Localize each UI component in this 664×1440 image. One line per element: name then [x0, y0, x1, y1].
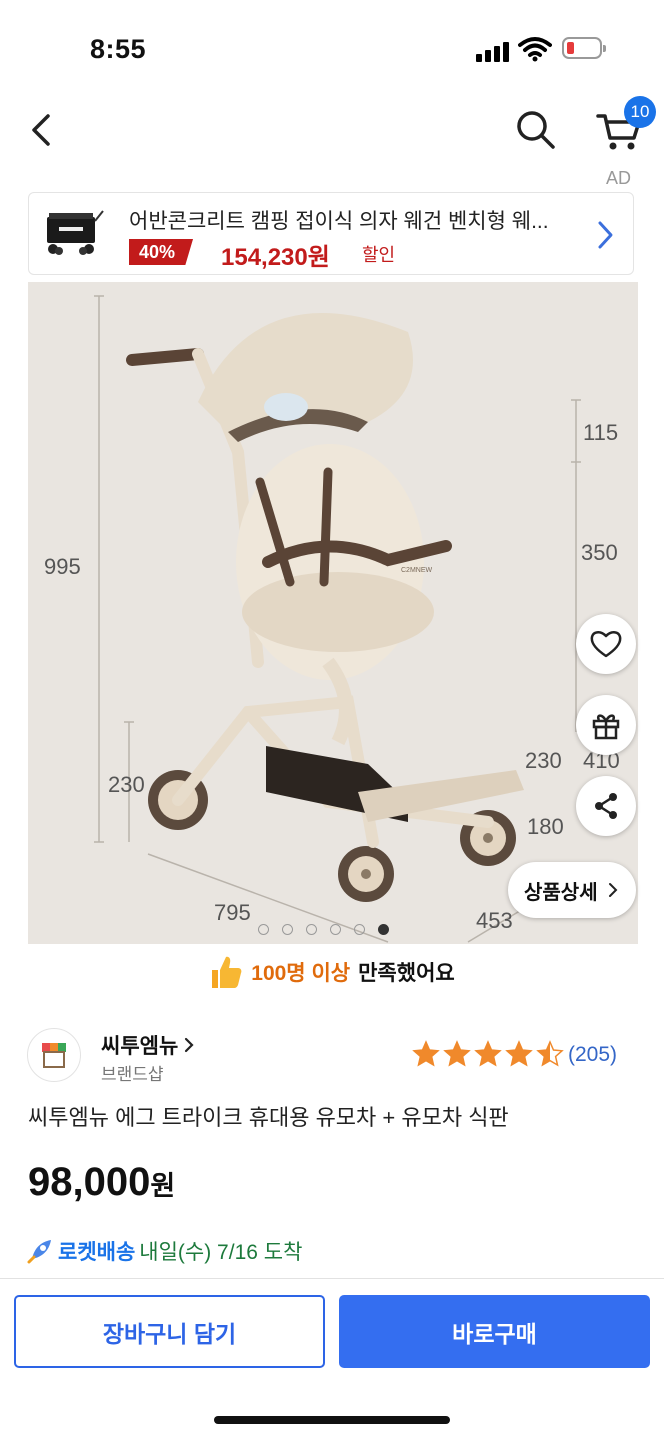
rocket-delivery-badge: 로켓배송	[58, 1241, 136, 1264]
satisfaction-count: 100명 이상	[251, 962, 351, 985]
chevron-right-icon	[185, 1037, 194, 1053]
brand-name: 씨투엠뉴	[101, 1035, 179, 1058]
gift-icon	[592, 714, 620, 740]
divider	[0, 1278, 664, 1279]
star-half-icon	[536, 1040, 564, 1067]
price-number: 98,000	[28, 1160, 151, 1204]
brand-logo[interactable]	[27, 1028, 81, 1082]
dim-width: 453	[476, 908, 513, 933]
battery-icon	[562, 37, 606, 59]
ad-banner[interactable]: 어반콘크리트 캠핑 접이식 의자 웨건 벤치형 웨... 40% 154,230…	[28, 192, 634, 275]
brand-name-link[interactable]: 씨투엠뉴	[101, 1030, 194, 1060]
cart-count-badge: 10	[624, 96, 656, 128]
pagination-dot-active[interactable]	[378, 924, 389, 935]
review-count-link[interactable]: (205)	[568, 1043, 617, 1067]
dim-canopy: 115	[583, 420, 619, 445]
pagination-dot[interactable]	[282, 924, 293, 935]
product-image-gallery[interactable]: C2MNEW 995 230 795 453 115 350 230 410 1…	[28, 282, 638, 944]
satisfaction-banner: 100명 이상 만족했어요	[0, 954, 664, 990]
star-full-icon	[474, 1040, 502, 1067]
delivery-info: 로켓배송 내일(수) 7/16 도착	[26, 1236, 302, 1266]
heart-icon	[590, 631, 622, 658]
back-arrow-icon[interactable]	[24, 108, 64, 152]
cellular-signal-icon	[476, 40, 510, 62]
product-name: 씨투엠뉴 에그 트라이크 휴대용 유모차 + 유모차 식판	[28, 1105, 509, 1130]
store-icon	[42, 1043, 66, 1068]
dim-footrest: 180	[527, 814, 564, 839]
brand-subtitle: 브랜드샵	[101, 1065, 164, 1084]
share-button[interactable]	[576, 776, 636, 836]
brand-mark-text: C2MNEW	[401, 567, 433, 574]
star-full-icon	[505, 1040, 533, 1067]
product-price: 98,000원	[28, 1160, 175, 1205]
stroller-illustration: C2MNEW	[94, 295, 581, 943]
ad-label: AD	[606, 168, 632, 188]
pagination-dot[interactable]	[258, 924, 269, 935]
thumbs-up-icon	[212, 956, 242, 988]
buy-now-button[interactable]: 바로구매	[339, 1295, 650, 1368]
share-icon	[595, 793, 617, 819]
dim-length: 795	[214, 900, 251, 925]
wishlist-button[interactable]	[576, 614, 636, 674]
product-detail-button[interactable]: 상품상세	[508, 862, 636, 918]
pagination-dot[interactable]	[330, 924, 341, 935]
wagon-thumbnail	[47, 210, 104, 255]
satisfaction-text: 만족했어요	[358, 962, 455, 985]
chevron-right-icon	[608, 883, 618, 897]
pagination-dot[interactable]	[354, 924, 365, 935]
status-time: 8:55	[90, 34, 147, 64]
home-indicator[interactable]	[214, 1416, 450, 1424]
ad-discount-badge: 40%	[129, 239, 194, 265]
ad-sale-label: 할인	[362, 245, 396, 265]
rocket-icon	[27, 1240, 51, 1264]
search-icon[interactable]	[512, 106, 560, 154]
add-to-cart-button[interactable]: 장바구니 담기	[14, 1295, 325, 1368]
price-unit: 원	[150, 1171, 176, 1201]
product-detail-label: 상품상세	[524, 881, 598, 904]
gallery-pagination-dots[interactable]	[258, 924, 389, 935]
wifi-icon	[518, 37, 552, 62]
star-full-icon	[412, 1040, 440, 1067]
ad-price: 154,230원	[221, 244, 330, 271]
dim-wheel-height: 230	[108, 772, 145, 797]
dim-side-a: 230	[525, 748, 562, 773]
chevron-right-icon	[598, 221, 613, 249]
rating-stars[interactable]	[411, 1040, 565, 1068]
dim-height-total: 995	[44, 554, 81, 579]
star-full-icon	[443, 1040, 471, 1067]
pagination-dot[interactable]	[306, 924, 317, 935]
ad-title: 어반콘크리트 캠핑 접이식 의자 웨건 벤치형 웨...	[129, 210, 549, 233]
dim-seat: 350	[581, 540, 618, 565]
gift-button[interactable]	[576, 695, 636, 755]
arrival-date: 내일(수) 7/16 도착	[139, 1241, 303, 1264]
